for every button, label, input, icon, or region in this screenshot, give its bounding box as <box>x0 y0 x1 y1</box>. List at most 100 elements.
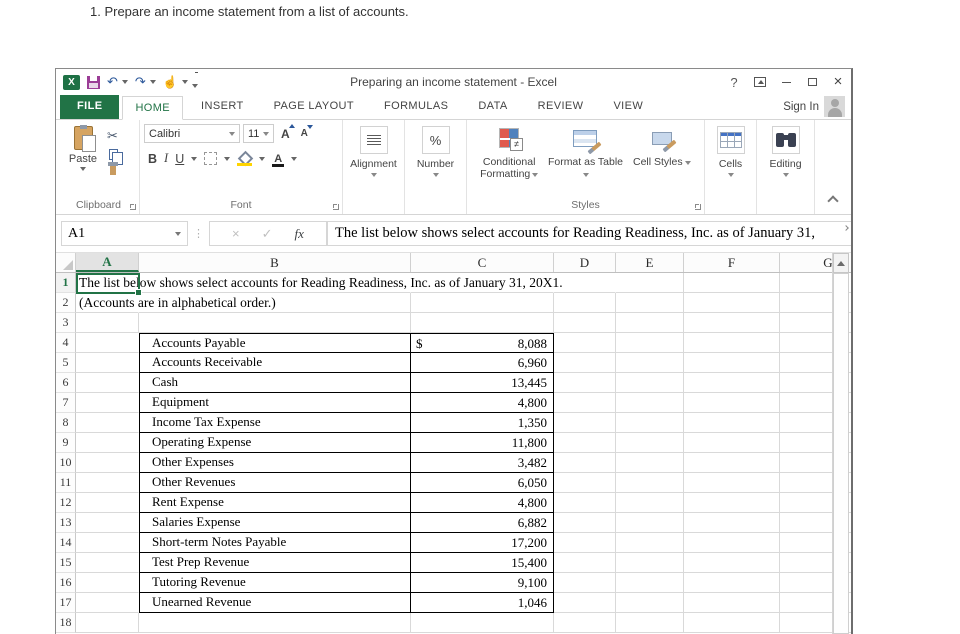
cell-D18[interactable] <box>554 613 616 633</box>
insert-function-icon[interactable]: fx <box>295 226 304 242</box>
cell-C18[interactable] <box>411 613 554 633</box>
name-box[interactable]: A1 <box>61 221 188 246</box>
cell-F13[interactable] <box>684 513 780 533</box>
cell-A12[interactable] <box>76 493 139 513</box>
cell-F7[interactable] <box>684 393 780 413</box>
cell-E10[interactable] <box>616 453 684 473</box>
cell-C13[interactable]: 6,882 <box>411 513 554 533</box>
cell-A4[interactable] <box>76 333 139 353</box>
row-header-8[interactable]: 8 <box>56 413 76 433</box>
cell-D6[interactable] <box>554 373 616 393</box>
cell-D11[interactable] <box>554 473 616 493</box>
row-header-11[interactable]: 11 <box>56 473 76 493</box>
cell-A11[interactable] <box>76 473 139 493</box>
fill-color-dropdown-icon[interactable] <box>259 157 265 161</box>
customize-qat-icon[interactable] <box>195 72 198 93</box>
scroll-up-icon[interactable] <box>833 253 849 273</box>
row-header-18[interactable]: 18 <box>56 613 76 633</box>
cell-E12[interactable] <box>616 493 684 513</box>
cell-E11[interactable] <box>616 473 684 493</box>
cell-C14[interactable]: 17,200 <box>411 533 554 553</box>
cell-A2[interactable]: (Accounts are in alphabetical order.) <box>76 293 139 313</box>
font-color-icon[interactable]: A <box>272 153 284 165</box>
cell-C6[interactable]: 13,445 <box>411 373 554 393</box>
col-header-E[interactable]: E <box>616 253 684 272</box>
editing-icon[interactable] <box>772 126 800 154</box>
cell-B10[interactable]: Other Expenses <box>139 453 411 473</box>
cell-B8[interactable]: Income Tax Expense <box>139 413 411 433</box>
font-size-select[interactable]: 11 <box>243 124 274 143</box>
cell-B13[interactable]: Salaries Expense <box>139 513 411 533</box>
clipboard-dialog-launcher-icon[interactable] <box>130 204 136 210</box>
cell-B7[interactable]: Equipment <box>139 393 411 413</box>
touch-mode-dropdown-icon[interactable] <box>182 80 188 84</box>
cell-F3[interactable] <box>684 313 780 333</box>
row-header-13[interactable]: 13 <box>56 513 76 533</box>
row-header-2[interactable]: 2 <box>56 293 76 313</box>
tab-home[interactable]: HOME <box>122 96 183 120</box>
cell-D2[interactable] <box>554 293 616 313</box>
cell-F14[interactable] <box>684 533 780 553</box>
tab-insert[interactable]: INSERT <box>189 95 256 119</box>
cell-F2[interactable] <box>684 293 780 313</box>
cell-F1[interactable] <box>684 273 780 293</box>
cell-F12[interactable] <box>684 493 780 513</box>
font-name-select[interactable]: Calibri <box>144 124 240 143</box>
cell-styles-button[interactable]: Cell Styles <box>624 122 700 198</box>
cell-F9[interactable] <box>684 433 780 453</box>
conditional-formatting-button[interactable]: Conditional Formatting <box>471 122 547 198</box>
cell-D10[interactable] <box>554 453 616 473</box>
number-group[interactable]: % Number <box>405 120 467 214</box>
cell-C5[interactable]: 6,960 <box>411 353 554 373</box>
formula-input[interactable]: The list below shows select accounts for… <box>327 221 851 246</box>
cell-B9[interactable]: Operating Expense <box>139 433 411 453</box>
cell-A14[interactable] <box>76 533 139 553</box>
cell-A13[interactable] <box>76 513 139 533</box>
cell-C16[interactable]: 9,100 <box>411 573 554 593</box>
underline-button[interactable]: U <box>175 152 184 166</box>
tab-formulas[interactable]: FORMULAS <box>372 95 460 119</box>
ribbon-display-options-button[interactable] <box>747 71 773 93</box>
cell-D13[interactable] <box>554 513 616 533</box>
bold-button[interactable]: B <box>148 152 157 166</box>
cell-C2[interactable] <box>411 293 554 313</box>
cell-B16[interactable]: Tutoring Revenue <box>139 573 411 593</box>
cell-D8[interactable] <box>554 413 616 433</box>
cell-A10[interactable] <box>76 453 139 473</box>
styles-dialog-launcher-icon[interactable] <box>695 204 701 210</box>
close-button[interactable]: × <box>825 71 851 93</box>
scrollbar-thumb[interactable] <box>833 273 849 634</box>
italic-button[interactable]: I <box>164 151 168 166</box>
cell-F4[interactable] <box>684 333 780 353</box>
tab-data[interactable]: DATA <box>466 95 519 119</box>
cell-B12[interactable]: Rent Expense <box>139 493 411 513</box>
row-header-3[interactable]: 3 <box>56 313 76 333</box>
cell-F17[interactable] <box>684 593 780 613</box>
cell-A5[interactable] <box>76 353 139 373</box>
row-header-7[interactable]: 7 <box>56 393 76 413</box>
cell-C17[interactable]: 1,046 <box>411 593 554 613</box>
cell-D12[interactable] <box>554 493 616 513</box>
vertical-scrollbar[interactable] <box>832 253 849 634</box>
row-header-4[interactable]: 4 <box>56 333 76 353</box>
number-format-icon[interactable]: % <box>422 126 450 154</box>
cell-A18[interactable] <box>76 613 139 633</box>
help-button[interactable]: ? <box>721 71 747 93</box>
col-header-A[interactable]: A <box>76 253 139 272</box>
col-header-C[interactable]: C <box>411 253 554 272</box>
cell-A6[interactable] <box>76 373 139 393</box>
cell-B4[interactable]: Accounts Payable <box>139 333 411 353</box>
minimize-button[interactable] <box>773 71 799 93</box>
borders-dropdown-icon[interactable] <box>224 157 230 161</box>
cell-C12[interactable]: 4,800 <box>411 493 554 513</box>
cell-C4[interactable]: $8,088 <box>411 333 554 353</box>
col-header-F[interactable]: F <box>684 253 780 272</box>
fill-color-icon[interactable] <box>237 152 252 165</box>
tab-page-layout[interactable]: PAGE LAYOUT <box>262 95 366 119</box>
tab-file[interactable]: FILE <box>60 95 119 119</box>
shrink-font-button[interactable]: A <box>297 128 312 139</box>
alignment-group[interactable]: Alignment <box>343 120 405 214</box>
cell-E18[interactable] <box>616 613 684 633</box>
editing-dropdown-icon[interactable] <box>783 173 789 177</box>
redo-dropdown-icon[interactable] <box>150 80 156 84</box>
